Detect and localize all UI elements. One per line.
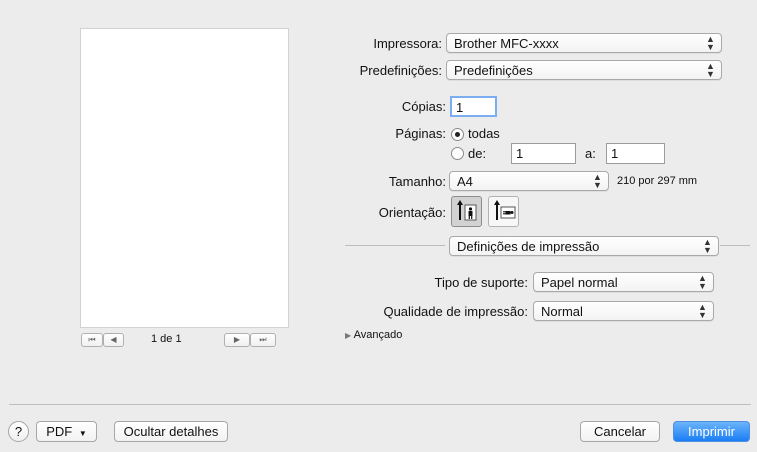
media-type-select[interactable]: Papel normal ▲ ▼ bbox=[533, 272, 714, 292]
stepper-arrows-icon: ▲ ▼ bbox=[698, 302, 707, 320]
hide-details-label: Ocultar detalhes bbox=[123, 424, 219, 439]
advanced-disclosure[interactable]: ▶ Avançado bbox=[345, 329, 402, 341]
copies-label: Cópias: bbox=[401, 99, 446, 114]
section-divider-left bbox=[345, 245, 445, 246]
landscape-person-icon bbox=[494, 200, 516, 220]
advanced-label: Avançado bbox=[353, 329, 403, 341]
pages-to-label: a: bbox=[585, 146, 596, 161]
page-preview bbox=[81, 29, 288, 327]
orientation-label: Orientação: bbox=[378, 205, 446, 220]
page-indicator: 1 de 1 bbox=[151, 333, 182, 345]
disclosure-triangle-icon: ▶ bbox=[345, 331, 352, 340]
size-dimensions: 210 por 297 mm bbox=[617, 175, 698, 187]
media-type-label: Tipo de suporte: bbox=[434, 275, 528, 290]
stepper-arrows-icon: ▲ ▼ bbox=[698, 273, 707, 291]
print-quality-value: Normal bbox=[541, 304, 583, 319]
cancel-label: Cancelar bbox=[593, 424, 647, 439]
first-page-button[interactable]: ⏮ bbox=[81, 333, 103, 347]
hide-details-button[interactable]: Ocultar detalhes bbox=[114, 421, 228, 442]
presets-value: Predefinições bbox=[454, 63, 533, 78]
next-page-button[interactable]: ▶ bbox=[224, 333, 250, 347]
stepper-arrows-icon: ▲ ▼ bbox=[706, 61, 715, 79]
pages-from-input[interactable]: 1 bbox=[511, 143, 576, 164]
pages-to-input[interactable]: 1 bbox=[606, 143, 665, 164]
presets-label: Predefinições: bbox=[359, 63, 442, 78]
print-quality-label: Qualidade de impressão: bbox=[383, 304, 528, 319]
size-value: A4 bbox=[457, 174, 473, 189]
stepper-arrows-icon: ▲ ▼ bbox=[706, 34, 715, 52]
print-quality-select[interactable]: Normal ▲ ▼ bbox=[533, 301, 714, 321]
last-page-button[interactable]: ⏭ bbox=[250, 333, 276, 347]
size-label: Tamanho: bbox=[388, 174, 446, 189]
portrait-orientation-button[interactable] bbox=[451, 196, 482, 227]
pages-all-radio[interactable] bbox=[451, 128, 464, 141]
pdf-label: PDF bbox=[46, 424, 73, 439]
presets-select[interactable]: Predefinições ▲ ▼ bbox=[446, 60, 722, 80]
help-button[interactable]: ? bbox=[8, 421, 29, 442]
section-value: Definições de impressão bbox=[457, 239, 600, 254]
pages-to-value: 1 bbox=[611, 146, 619, 161]
pages-from-label: de: bbox=[468, 146, 487, 161]
printer-value: Brother MFC-xxxx bbox=[454, 36, 559, 51]
section-select[interactable]: Definições de impressão ▲ ▼ bbox=[449, 236, 719, 256]
cancel-button[interactable]: Cancelar bbox=[580, 421, 660, 442]
footer-divider bbox=[9, 404, 751, 405]
pages-label: Páginas: bbox=[395, 126, 446, 141]
pages-range-radio[interactable] bbox=[451, 147, 464, 160]
size-select[interactable]: A4 ▲ ▼ bbox=[449, 171, 609, 191]
help-icon: ? bbox=[14, 424, 23, 439]
stepper-arrows-icon: ▲ ▼ bbox=[703, 237, 712, 255]
print-label: Imprimir bbox=[688, 424, 735, 439]
printer-label: Impressora: bbox=[373, 36, 442, 51]
portrait-person-icon bbox=[457, 200, 477, 221]
copies-value: 1 bbox=[456, 100, 464, 115]
pages-from-value: 1 bbox=[516, 146, 524, 161]
landscape-orientation-button[interactable] bbox=[488, 196, 519, 227]
pages-all-label: todas bbox=[468, 126, 500, 141]
copies-input[interactable]: 1 bbox=[450, 96, 497, 117]
media-type-value: Papel normal bbox=[541, 275, 618, 290]
pdf-menu-button[interactable]: PDF ▼ bbox=[36, 421, 97, 442]
print-button[interactable]: Imprimir bbox=[673, 421, 750, 442]
stepper-arrows-icon: ▲ ▼ bbox=[593, 172, 602, 190]
section-divider-right bbox=[720, 245, 750, 246]
printer-select[interactable]: Brother MFC-xxxx ▲ ▼ bbox=[446, 33, 722, 53]
previous-page-button[interactable]: ◀ bbox=[103, 333, 124, 347]
chevron-down-icon: ▼ bbox=[78, 429, 87, 438]
